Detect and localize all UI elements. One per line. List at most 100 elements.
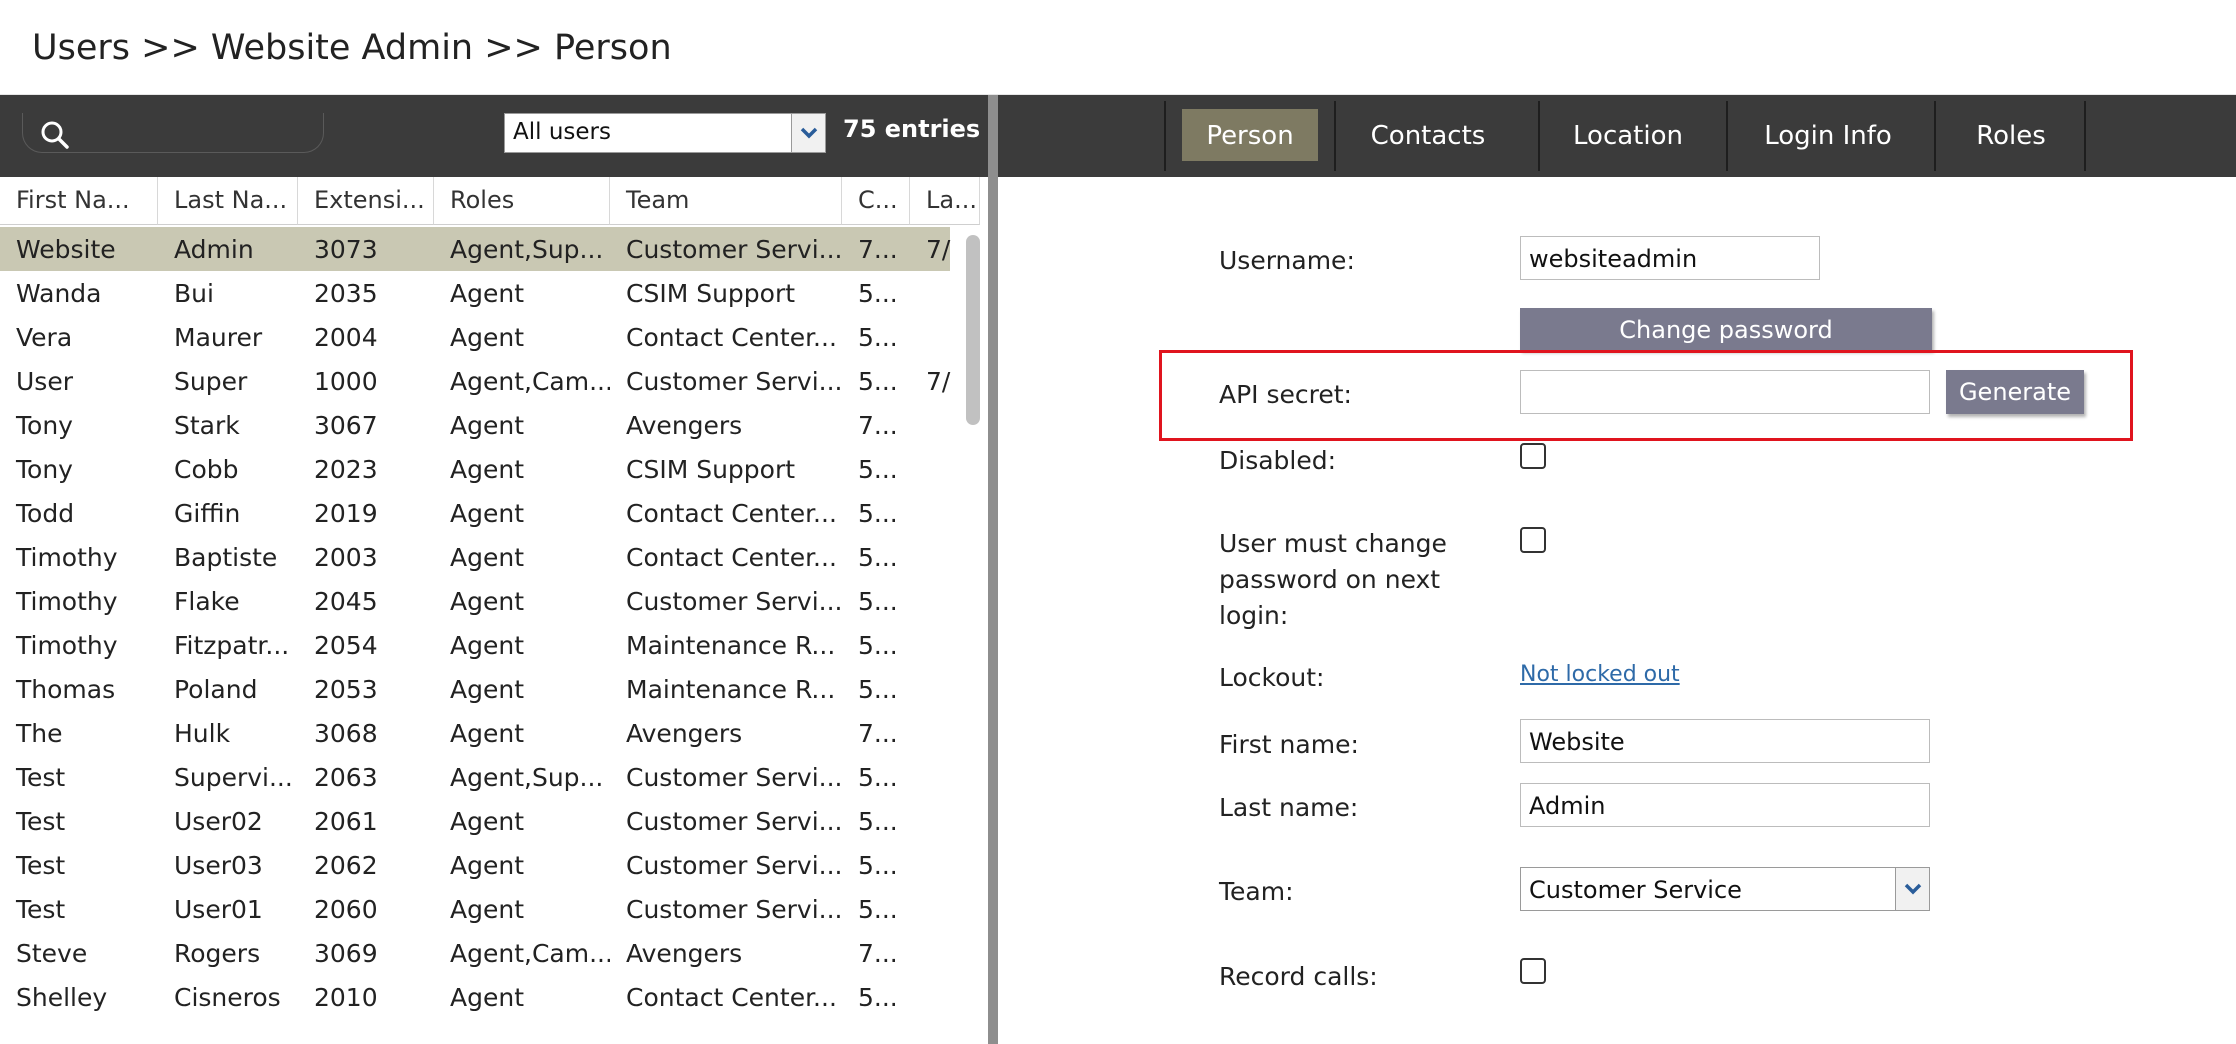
table-cell: CSIM Support (626, 455, 796, 484)
column-header[interactable]: Last Na... (158, 177, 298, 225)
user-filter-select[interactable]: All users (504, 113, 826, 153)
table-row[interactable]: Vera Maurer 2004 Agent Contact Center... 5... (0, 315, 950, 359)
table-row[interactable]: Timothy Baptiste 2003 Agent Contact Center..… (0, 535, 950, 579)
column-header[interactable]: C... (842, 177, 910, 225)
column-header[interactable]: La... (910, 177, 980, 225)
table-cell: Maurer (174, 323, 263, 352)
table-cell: Agent (450, 631, 524, 660)
table-cell: Customer Servi... (626, 587, 842, 616)
must-change-password-checkbox[interactable] (1520, 527, 1546, 553)
table-row[interactable]: Test User03 2062 Agent Customer Servi... 5... (0, 843, 950, 887)
table-row[interactable]: Timothy Flake 2045 Agent Customer Servi... 5.… (0, 579, 950, 623)
table-row[interactable]: Test User01 2060 Agent Customer Servi... 5... (0, 887, 950, 931)
table-cell: Contact Center... (626, 543, 837, 572)
disabled-checkbox[interactable] (1520, 443, 1546, 469)
column-header[interactable]: Team (610, 177, 842, 225)
table-row[interactable]: Test Supervi... 2063 Agent,Sup... Customer S… (0, 755, 950, 799)
table-cell: 5... (858, 675, 898, 704)
table-row[interactable]: User Super 1000 Agent,Cam... Customer Servi.… (0, 359, 950, 403)
table-cell: CSIM Support (626, 279, 796, 308)
api-secret-field[interactable] (1520, 370, 1930, 414)
table-cell: Agent (450, 499, 524, 528)
table-cell: Maintenance R... (626, 631, 836, 660)
detail-tabs: Person Contacts Location Login Info Role… (998, 95, 2236, 177)
table-cell: The (16, 719, 63, 748)
table-row[interactable]: Timothy Fitzpatr... 2054 Agent Maintenance R… (0, 623, 950, 667)
record-calls-checkbox[interactable] (1520, 958, 1546, 984)
username-label: Username: (1219, 246, 1355, 275)
table-row[interactable]: Thomas Poland 2053 Agent Maintenance R... 5..… (0, 667, 950, 711)
lockout-status-link[interactable]: Not locked out (1520, 662, 1680, 687)
table-cell: User01 (174, 895, 263, 924)
table-cell: Super (174, 367, 248, 396)
table-cell: Fitzpatr... (174, 631, 290, 660)
table-cell: 2023 (314, 455, 378, 484)
table-cell: Giffin (174, 499, 241, 528)
table-cell: Agent (450, 587, 524, 616)
table-row[interactable]: Tony Cobb 2023 Agent CSIM Support 5... (0, 447, 950, 491)
must-change-label-line2: password on next (1219, 565, 1441, 594)
tab-contacts[interactable]: Contacts (1338, 109, 1518, 161)
table-row[interactable]: Test User02 2061 Agent Customer Servi... 5... (0, 799, 950, 843)
search-input[interactable] (22, 113, 324, 153)
table-cell: 5... (858, 895, 898, 924)
table-cell: Agent (450, 851, 524, 880)
table-cell: Agent (450, 675, 524, 704)
table-cell: User03 (174, 851, 263, 880)
table-cell: 2010 (314, 983, 378, 1012)
column-header[interactable]: Extensi... (298, 177, 434, 225)
table-cell: Agent (450, 719, 524, 748)
column-header[interactable]: Roles (434, 177, 610, 225)
tab-login-info[interactable]: Login Info (1730, 109, 1926, 161)
team-select[interactable]: Customer Service (1520, 867, 1930, 911)
table-cell: User02 (174, 807, 263, 836)
pane-splitter[interactable] (988, 95, 998, 1044)
user-filter-value: All users (513, 119, 611, 145)
table-cell: 3067 (314, 411, 378, 440)
table-cell: 5... (858, 455, 898, 484)
table-cell: Vera (16, 323, 73, 352)
table-cell: 2019 (314, 499, 378, 528)
tab-person[interactable]: Person (1182, 109, 1318, 161)
column-header[interactable]: First Na... (0, 177, 158, 225)
table-cell: Timothy (16, 543, 118, 572)
breadcrumb: Users >> Website Admin >> Person (32, 28, 672, 68)
table-cell: Contact Center... (626, 983, 837, 1012)
table-row[interactable]: Website Admin 3073 Agent,Sup... Customer Ser… (0, 227, 950, 271)
table-row[interactable]: Steve Rogers 3069 Agent,Cam... Avengers 7... (0, 931, 950, 975)
table-cell: 5... (858, 279, 898, 308)
username-field[interactable]: websiteadmin (1520, 236, 1820, 280)
table-row[interactable]: Wanda Bui 2035 Agent CSIM Support 5... (0, 271, 950, 315)
table-cell: Contact Center... (626, 499, 837, 528)
table-cell: Website (16, 235, 116, 264)
table-cell: Cobb (174, 455, 239, 484)
table-cell: Tony (16, 411, 73, 440)
record-calls-label: Record calls: (1219, 962, 1378, 991)
table-cell: 1000 (314, 367, 378, 396)
table-row[interactable]: Todd Giffin 2019 Agent Contact Center... 5... (0, 491, 950, 535)
tab-roles[interactable]: Roles (1938, 109, 2084, 161)
last-name-field[interactable]: Admin (1520, 783, 1930, 827)
table-cell: Maintenance R... (626, 675, 836, 704)
table-cell: Bui (174, 279, 214, 308)
table-cell: Timothy (16, 631, 118, 660)
table-row[interactable]: Shelley Cisneros 2010 Agent Contact Center..… (0, 975, 950, 1019)
table-cell: Avengers (626, 719, 743, 748)
table-row[interactable]: Tony Stark 3067 Agent Avengers 7... (0, 403, 950, 447)
tab-location[interactable]: Location (1542, 109, 1714, 161)
change-password-button[interactable]: Change password (1520, 308, 1932, 350)
table-cell: Agent (450, 895, 524, 924)
table-row[interactable]: The Hulk 3068 Agent Avengers 7... (0, 711, 950, 755)
first-name-field[interactable]: Website (1520, 719, 1930, 763)
search-icon (41, 121, 69, 149)
chevron-down-icon[interactable] (1895, 868, 1929, 910)
table-cell: Shelley (16, 983, 108, 1012)
generate-button[interactable]: Generate (1946, 370, 2084, 414)
table-cell: Agent (450, 807, 524, 836)
grid-scrollbar-thumb[interactable] (966, 235, 980, 425)
table-cell: Avengers (626, 411, 743, 440)
table-cell: Agent (450, 543, 524, 572)
chevron-down-icon[interactable] (791, 114, 825, 152)
table-cell: Wanda (16, 279, 102, 308)
table-cell: 5... (858, 807, 898, 836)
